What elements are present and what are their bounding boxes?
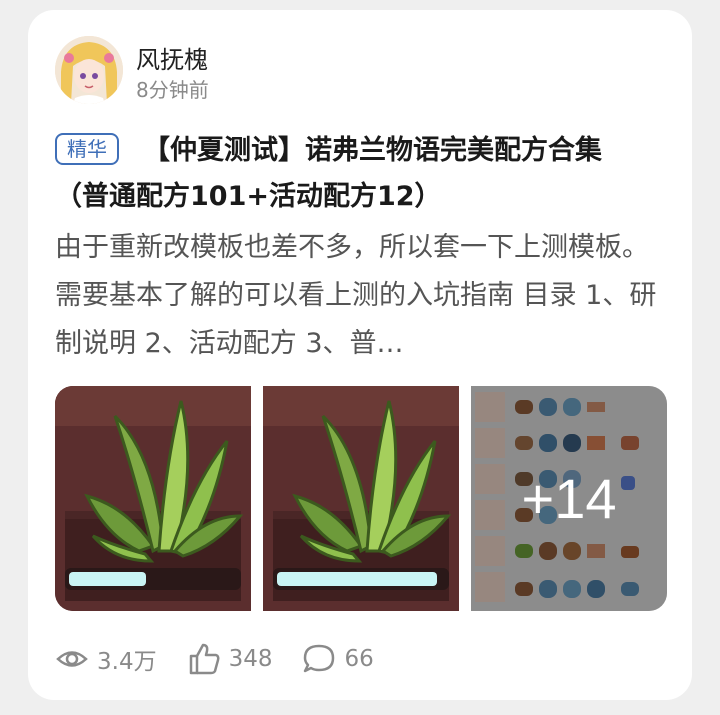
- comment-button[interactable]: 66: [302, 642, 374, 676]
- image-thumbnail[interactable]: +14: [471, 386, 667, 611]
- comments-count: 66: [344, 646, 374, 672]
- image-thumbnail[interactable]: [55, 386, 251, 611]
- post-excerpt[interactable]: 由于重新改模板也差不多，所以套一下上测模板。需要基本了解的可以看上测的入坑指南 …: [55, 224, 661, 368]
- author-avatar[interactable]: [55, 36, 123, 104]
- post-card[interactable]: 风抚槐 8分钟前 【仲夏测试】诺弗兰物语完美配方合集（普通配方101+活动配方1…: [28, 10, 692, 700]
- comment-icon: [304, 644, 335, 673]
- eye-icon: [56, 651, 88, 667]
- featured-badge: 精华: [55, 133, 119, 165]
- views-count: 3.4万: [97, 649, 157, 675]
- progress-fill: [69, 572, 146, 586]
- post-title[interactable]: 【仲夏测试】诺弗兰物语完美配方合集（普通配方101+活动配方12）: [55, 128, 655, 220]
- like-button[interactable]: 348: [187, 642, 273, 676]
- post-time: 8分钟前: [136, 78, 209, 102]
- author-name[interactable]: 风抚槐: [136, 40, 208, 75]
- views-stat: 3.4万: [55, 642, 157, 676]
- likes-count: 348: [228, 646, 273, 672]
- progress-fill: [277, 572, 437, 586]
- post-stats: 3.4万 348 66: [55, 642, 404, 676]
- more-images-count[interactable]: +14: [471, 386, 667, 611]
- image-thumbnail[interactable]: [263, 386, 459, 611]
- thumbs-up-icon: [189, 643, 220, 675]
